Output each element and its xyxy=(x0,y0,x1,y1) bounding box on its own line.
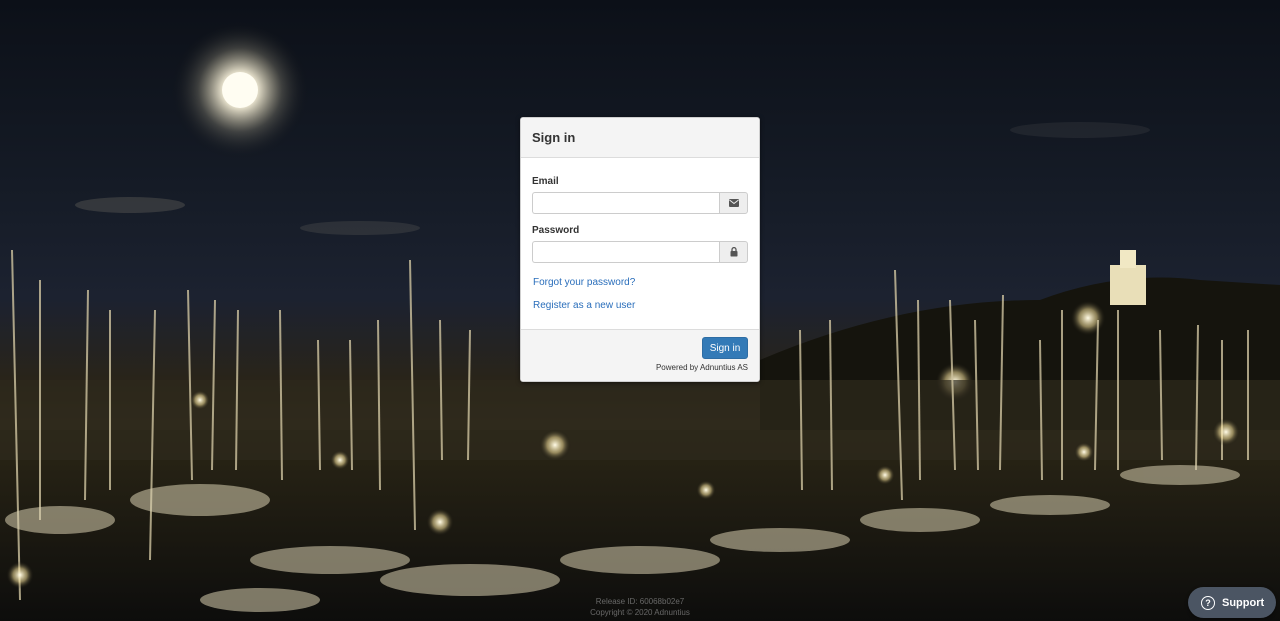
panel-heading: Sign in xyxy=(521,118,759,158)
support-label: Support xyxy=(1222,596,1265,609)
envelope-icon xyxy=(719,192,748,214)
release-id-text: Release ID: 60068b02e7 xyxy=(595,597,685,606)
question-circle-icon: ? xyxy=(1201,595,1215,610)
panel-body: Email Password Forgot your password? Reg… xyxy=(521,158,759,311)
email-field[interactable] xyxy=(532,192,719,214)
password-input-group xyxy=(532,241,748,263)
lock-icon xyxy=(719,241,748,263)
panel-title: Sign in xyxy=(532,130,576,145)
email-label: Email xyxy=(532,176,559,187)
sign-in-panel: Sign in Email Password Forgot your passw xyxy=(520,117,760,382)
panel-footer: Sign in Powered by Adnuntius AS xyxy=(521,329,759,381)
forgot-password-link[interactable]: Forgot your password? xyxy=(533,277,748,288)
copyright-text: Copyright © 2020 Adnuntius xyxy=(590,608,690,617)
register-link[interactable]: Register as a new user xyxy=(533,300,748,311)
support-button[interactable]: ? Support xyxy=(1188,587,1276,618)
password-field[interactable] xyxy=(532,241,719,263)
password-label: Password xyxy=(532,225,580,236)
powered-by-text: Powered by Adnuntius AS xyxy=(655,363,748,372)
sign-in-button[interactable]: Sign in xyxy=(702,337,748,359)
email-input-group xyxy=(532,192,748,214)
